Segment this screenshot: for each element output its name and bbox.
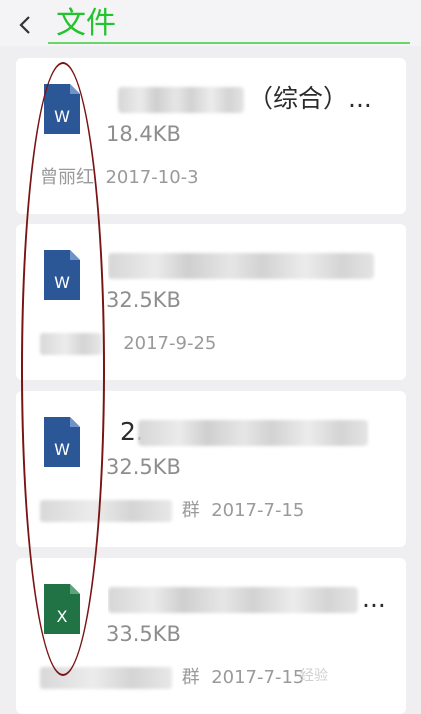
blurred-sender: [40, 667, 172, 689]
file-size: 32.5KB: [106, 288, 181, 312]
blurred-sender: [40, 333, 102, 355]
word-file-icon: W: [44, 84, 80, 134]
excel-file-icon: X: [44, 584, 80, 634]
file-meta: 群 2017-7-15: [40, 497, 304, 525]
blurred-sender: [40, 500, 172, 522]
file-size: 32.5KB: [106, 455, 181, 479]
file-date: 2017-7-15: [211, 500, 305, 521]
file-meta: 群 2017-7-15: [40, 664, 304, 692]
file-type-letter: X: [57, 607, 68, 626]
word-file-icon: W: [44, 417, 80, 467]
header-bar: 文件: [0, 0, 421, 46]
file-name: 2...: [108, 413, 394, 451]
file-item[interactable]: W 32.5KB 2017-9-25: [16, 224, 406, 380]
blurred-name: [118, 87, 244, 113]
file-item[interactable]: W 2... 32.5KB 群 2017-7-15: [16, 391, 406, 547]
title-underline: [48, 42, 410, 44]
file-date: 2017-10-3: [105, 167, 199, 188]
file-name: （综合）...: [108, 80, 394, 118]
blurred-name: [108, 253, 374, 279]
file-sender: 群: [181, 667, 200, 688]
file-item[interactable]: W （综合）... 18.4KB 曾丽红 2017-10-3: [16, 58, 406, 214]
file-name: [108, 246, 394, 284]
file-name: ...: [108, 580, 394, 618]
page-title: 文件: [56, 6, 116, 41]
file-meta: 2017-9-25: [40, 330, 216, 358]
file-sender: 群: [181, 500, 200, 521]
blurred-name: [108, 587, 358, 613]
file-size: 18.4KB: [106, 122, 181, 146]
file-sender: 曾丽红: [40, 167, 94, 188]
file-name-text: ...: [362, 584, 386, 613]
chevron-left-icon: [19, 16, 30, 34]
word-file-icon: W: [44, 250, 80, 300]
file-type-letter: W: [54, 440, 70, 459]
file-date: 2017-7-15: [211, 667, 305, 688]
file-type-letter: W: [54, 273, 70, 292]
back-button[interactable]: [10, 10, 40, 40]
file-item[interactable]: X ... 33.5KB 群 2017-7-15: [16, 558, 406, 714]
file-date: 2017-9-25: [123, 333, 217, 354]
file-meta: 曾丽红 2017-10-3: [40, 164, 199, 192]
file-type-letter: W: [54, 107, 70, 126]
file-name-text: （综合）...: [248, 84, 372, 113]
file-size: 33.5KB: [106, 622, 181, 646]
blurred-name: [138, 420, 368, 446]
